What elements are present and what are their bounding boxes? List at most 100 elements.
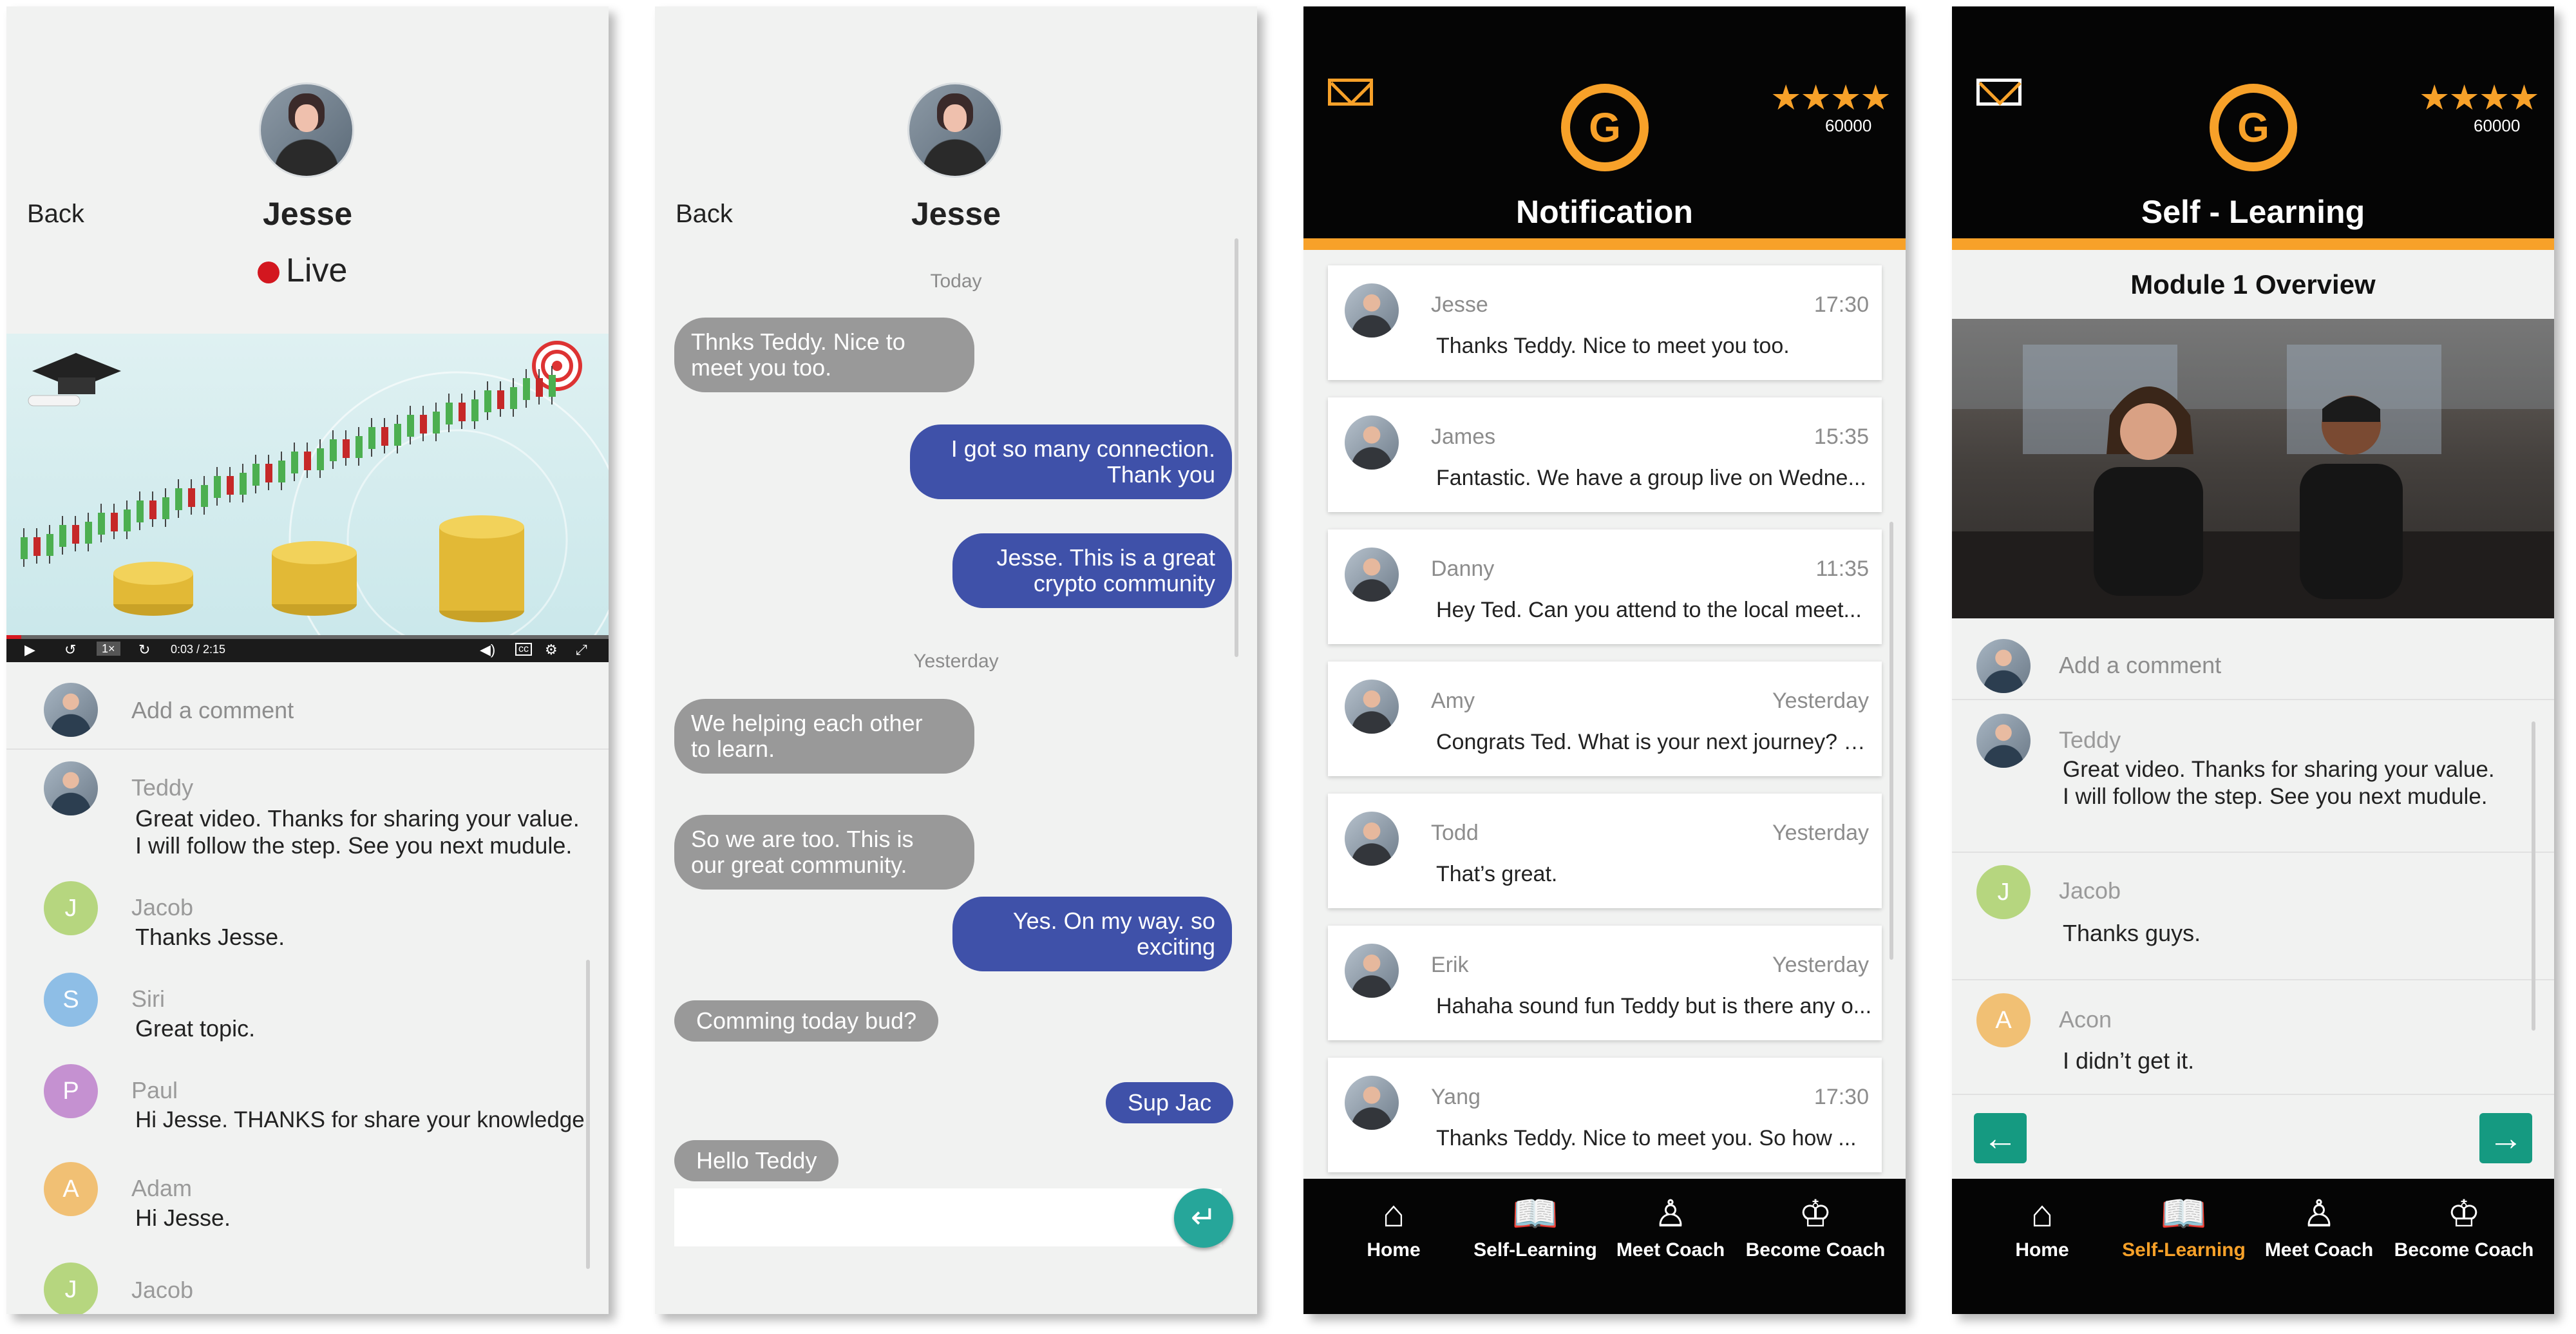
notification-time: Yesterday [1772, 689, 1869, 713]
scrollbar[interactable] [1889, 522, 1893, 960]
comment-author: Adam [131, 1175, 193, 1201]
arrow-left-icon: ← [1983, 1119, 2018, 1158]
forward-icon[interactable]: ↻ [138, 643, 150, 657]
candle-body [394, 424, 401, 446]
notification-item[interactable]: Yang 17:30 Thanks Teddy. Nice to meet yo… [1328, 1058, 1882, 1172]
arrow-right-icon: → [2488, 1119, 2523, 1158]
message-input[interactable] [674, 1188, 1222, 1246]
notification-sender: Danny [1431, 557, 1495, 581]
candle-body [175, 488, 182, 510]
live-label: Live [286, 252, 348, 289]
candle-body [343, 439, 350, 458]
divider [6, 748, 609, 750]
back-button[interactable]: Back [676, 200, 733, 229]
settings-icon[interactable]: ⚙ [545, 643, 558, 657]
user-avatar [44, 683, 98, 737]
live-dot-icon [258, 262, 279, 284]
module-video[interactable] [1952, 319, 2554, 618]
comment-author: Paul [131, 1077, 178, 1103]
notification-sender: Erik [1431, 953, 1469, 977]
host-name: Jesse [262, 196, 353, 232]
mail-icon[interactable] [1976, 79, 2022, 106]
bottom-nav: ⌂ Home 📖 Self-Learning ♙ Meet Coach ♔ Become… [1303, 1179, 1906, 1314]
replay-icon[interactable]: ↺ [64, 643, 76, 657]
notification-avatar [1345, 548, 1399, 602]
app-logo: G [1561, 84, 1649, 171]
nav-meet-coach[interactable]: ♙ Meet Coach [2255, 1192, 2383, 1261]
next-button[interactable]: → [2479, 1113, 2532, 1163]
divider [1952, 699, 2554, 700]
nav-become-coach[interactable]: ♔ Become Coach [1738, 1192, 1893, 1261]
candle-body [446, 403, 453, 424]
candle-body [46, 534, 53, 556]
accent-divider [1303, 238, 1906, 250]
notification-avatar [1345, 812, 1399, 866]
notification-item[interactable]: Amy Yesterday Congrats Ted. What is your… [1328, 662, 1882, 776]
scrollbar[interactable] [1235, 238, 1238, 657]
nav-home[interactable]: ⌂ Home [1971, 1192, 2113, 1261]
message-incoming: So we are too. This is our great communit… [674, 815, 974, 890]
candle-body [240, 473, 247, 495]
nav-self-learning[interactable]: 📖 Self-Learning [2113, 1192, 2255, 1261]
notification-avatar [1345, 944, 1399, 998]
comment-avatar-siri: S [44, 973, 98, 1027]
message-outgoing: Yes. On my way. so exciting [952, 897, 1232, 971]
candle-body [162, 497, 169, 519]
points-count: 60000 [1825, 116, 1872, 135]
message-outgoing: Sup Jac [1106, 1082, 1234, 1123]
notification-item[interactable]: Jesse 17:30 Thanks Teddy. Nice to meet y… [1328, 265, 1882, 380]
candle-body [111, 513, 118, 531]
candle-body [265, 464, 272, 482]
candle-body [252, 464, 260, 486]
live-screen: Back Jesse Live ▶ ↺ 1× ↻ 0:03 / 2:15 ◀) … [6, 6, 609, 1314]
notification-screen: G ★★★★ 60000 Notification Jesse 17:30 Th… [1303, 6, 1906, 1314]
comment-input[interactable]: Add a comment [2059, 652, 2221, 679]
accent-divider [1952, 238, 2554, 250]
play-icon[interactable]: ▶ [24, 643, 35, 657]
scrollbar[interactable] [586, 960, 590, 1269]
back-button[interactable]: Back [27, 200, 84, 229]
comment-text: Hi Jesse. THANKS for share your knowledg… [135, 1107, 585, 1132]
send-button[interactable]: ↵ [1174, 1188, 1233, 1248]
notification-item[interactable]: Erik Yesterday Hahaha sound fun Teddy bu… [1328, 926, 1882, 1040]
self-learning-screen: G ★★★★ 60000 Self - Learning Module 1 Ov… [1952, 6, 2554, 1314]
captions-icon[interactable]: cc [515, 643, 532, 656]
comment-avatar-paul: P [44, 1064, 98, 1118]
candle-body [124, 510, 131, 531]
message-outgoing: Jesse. This is a great crypto community [952, 533, 1232, 608]
nav-become-coach[interactable]: ♔ Become Coach [2387, 1192, 2541, 1261]
comment-text: Thanks guys. [2063, 920, 2201, 946]
notification-time: 17:30 [1814, 292, 1869, 317]
notification-time: 17:30 [1814, 1085, 1869, 1109]
comment-author: Teddy [131, 774, 194, 801]
scrollbar[interactable] [2532, 721, 2535, 1031]
nav-home[interactable]: ⌂ Home [1323, 1192, 1464, 1261]
mail-icon[interactable] [1328, 79, 1373, 106]
comment-author: Jacob [131, 894, 194, 920]
comment-avatar-jacob: J [44, 1263, 98, 1314]
graduation-cap-icon [28, 353, 121, 406]
video-player[interactable]: ▶ ↺ 1× ↻ 0:03 / 2:15 ◀) cc ⚙ ⤢ [6, 334, 609, 662]
contact-avatar [907, 82, 1003, 178]
date-separator: Today [930, 271, 982, 292]
speed-button[interactable]: 1× [97, 642, 120, 656]
volume-icon[interactable]: ◀) [480, 643, 495, 657]
notification-item[interactable]: Todd Yesterday That’s great. [1328, 794, 1882, 908]
chat-screen: Back Jesse Today Thnks Teddy. Nice to mee… [655, 6, 1257, 1314]
comment-input[interactable]: Add a comment [131, 697, 294, 724]
previous-button[interactable]: ← [1974, 1113, 2027, 1163]
book-icon: 📖 [1511, 1193, 1559, 1235]
nav-self-learning[interactable]: 📖 Self-Learning [1464, 1192, 1606, 1261]
video-time: 0:03 / 2:15 [171, 643, 226, 656]
page-title: Self - Learning [2141, 194, 2365, 230]
candle-body [137, 500, 144, 522]
nav-meet-coach[interactable]: ♙ Meet Coach [1606, 1192, 1735, 1261]
comment-text: Thanks Jesse. [135, 924, 285, 950]
notification-item[interactable]: James 15:35 Fantastic. We have a group l… [1328, 397, 1882, 512]
notification-item[interactable]: Danny 11:35 Hey Ted. Can you attend to t… [1328, 529, 1882, 644]
divider [1952, 979, 2554, 980]
message-incoming: Comming today bud? [674, 1000, 939, 1042]
person-icon: ♙ [2302, 1193, 2336, 1235]
fullscreen-icon[interactable]: ⤢ [576, 643, 587, 657]
progress-track[interactable] [6, 635, 609, 639]
